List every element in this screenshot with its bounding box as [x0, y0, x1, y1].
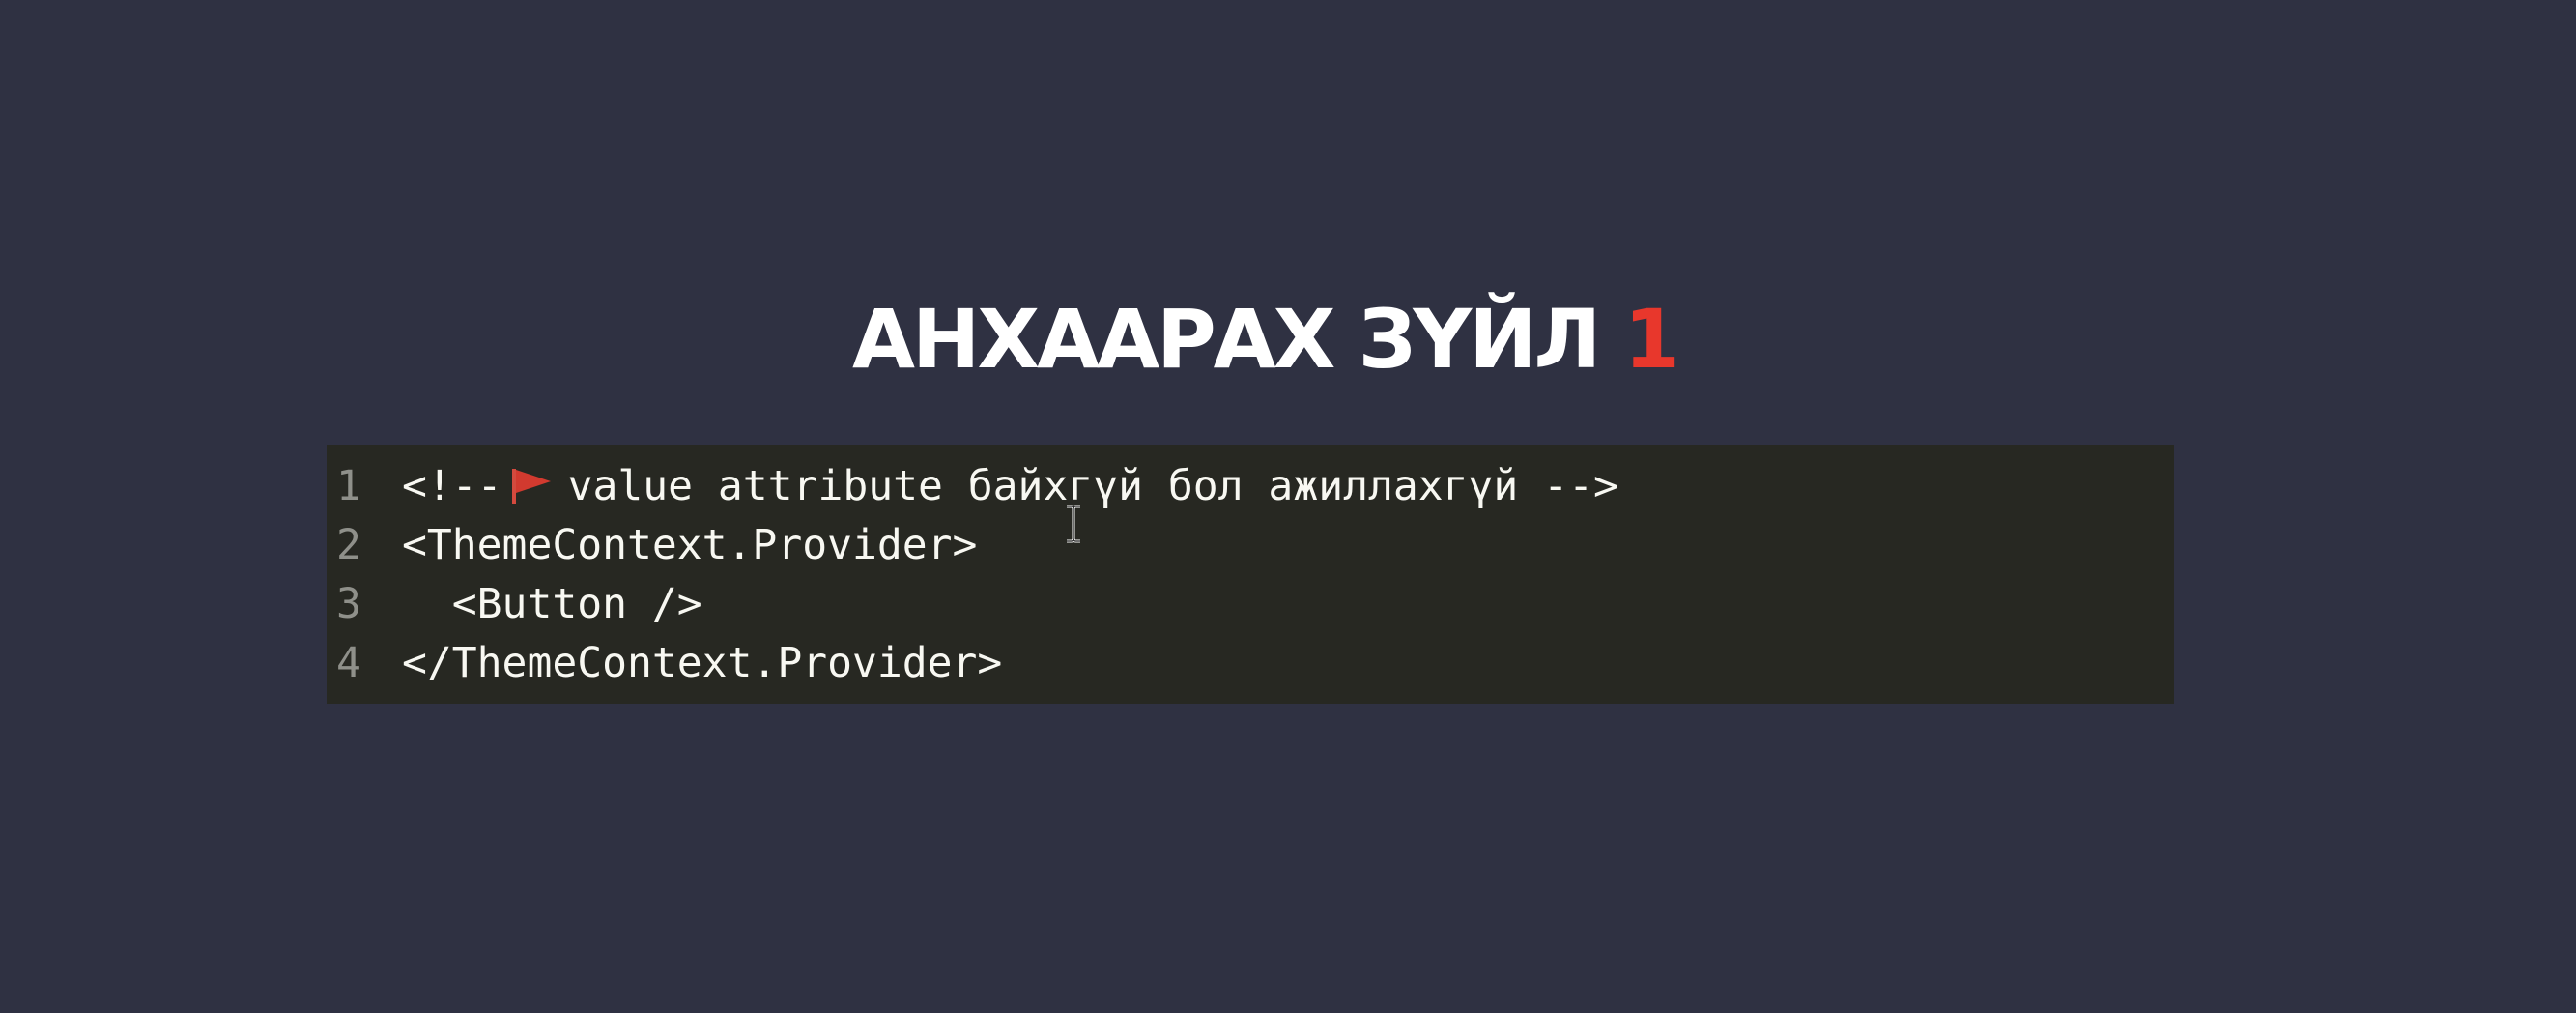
slide-title-text: АНХААРАХ ЗҮЙЛ	[852, 292, 1601, 387]
code-line-4: 4 </ThemeContext.Provider>	[327, 634, 2174, 693]
comment-body: value attribute байхгүй бол ажиллахгүй -…	[567, 462, 1618, 510]
line-number: 1	[336, 462, 361, 510]
code-text: </ThemeContext.Provider>	[402, 639, 1003, 687]
line-number: 4	[336, 639, 361, 687]
code-line-1: 1 <!-- value attribute байхгүй бол ажилла…	[327, 457, 2174, 516]
red-flag-icon	[511, 469, 551, 504]
code-comment: <!-- value attribute байхгүй бол ажиллахг…	[402, 457, 1618, 516]
code-block: 1 <!-- value attribute байхгүй бол ажилла…	[327, 445, 2174, 704]
code-text: <ThemeContext.Provider>	[402, 521, 978, 569]
code-line-3: 3 <Button />	[327, 575, 2174, 634]
line-number: 2	[336, 521, 361, 569]
code-line-2: 2 <ThemeContext.Provider>	[327, 516, 2174, 575]
text-cursor-icon	[1067, 505, 1080, 543]
code-text: <Button />	[402, 580, 702, 628]
line-number: 3	[336, 580, 361, 628]
comment-open: <!--	[402, 462, 502, 510]
slide-title: АНХААРАХ ЗҮЙЛ 1	[0, 286, 2530, 392]
slide-title-number: 1	[1623, 292, 1680, 387]
